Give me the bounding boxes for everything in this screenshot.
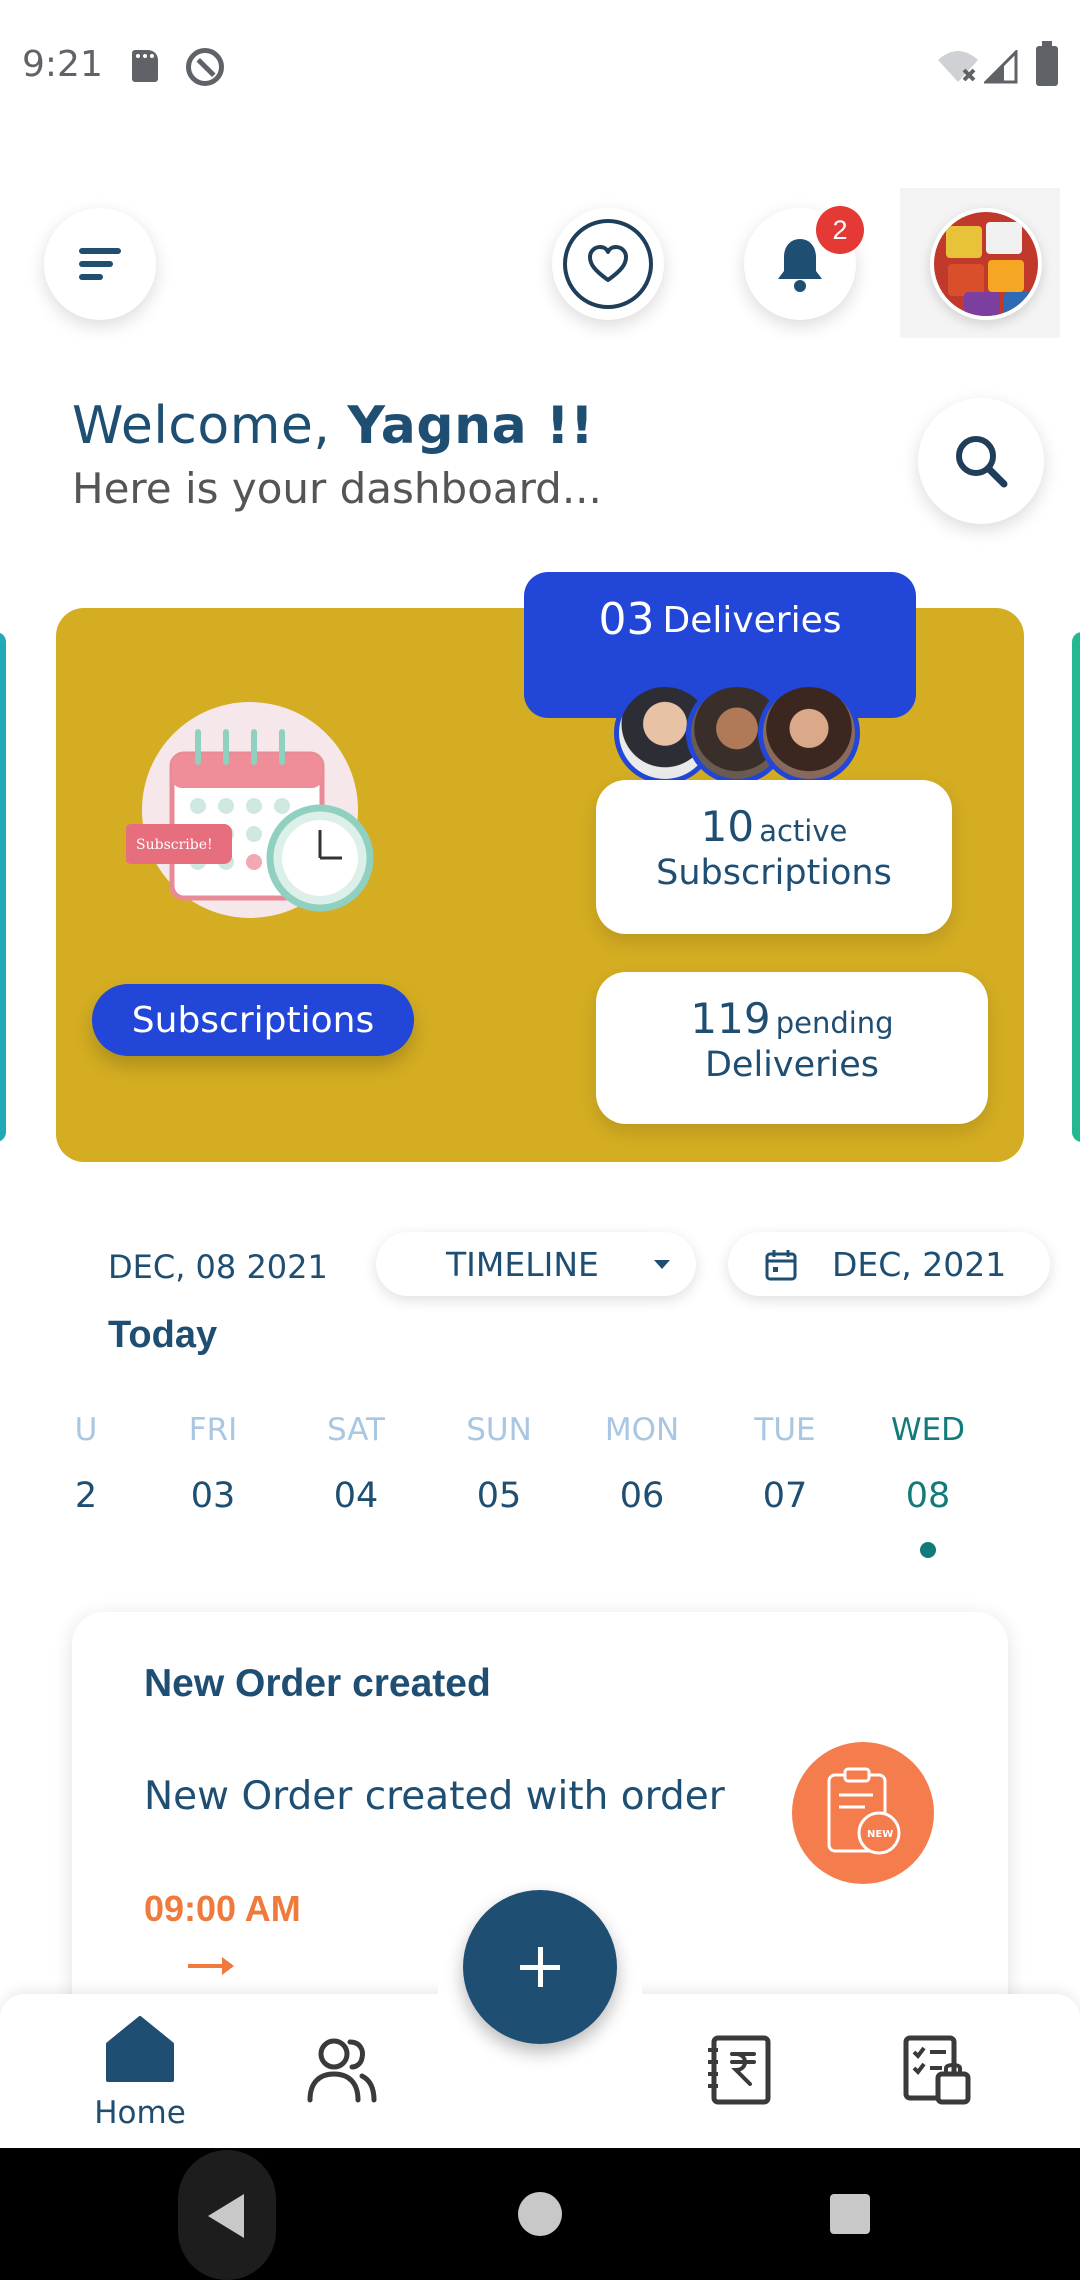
recent-apps-icon[interactable] [830, 2194, 870, 2234]
arrow-right-icon[interactable] [188, 1957, 234, 1975]
home-icon [106, 2016, 174, 2082]
day-item[interactable]: FRI 03 [153, 1400, 273, 1516]
signal-icon [984, 50, 1018, 84]
day-name: SAT [327, 1412, 385, 1448]
day-name: U [74, 1412, 98, 1448]
month-picker-value: DEC, 2021 [832, 1244, 1007, 1284]
bell-icon [778, 239, 822, 292]
day-date: 06 [619, 1476, 665, 1516]
rupee-ledger-icon[interactable] [704, 2034, 776, 2106]
wifi-off-icon [938, 51, 978, 82]
status-time: 9:21 [22, 44, 103, 85]
next-card-peek[interactable] [1072, 632, 1080, 1142]
today-label: Today [108, 1314, 218, 1356]
day-date: 2 [74, 1476, 98, 1516]
deliveries-count: 03 [598, 594, 655, 645]
timeline-dropdown-value: TIMELINE [446, 1244, 599, 1284]
timeline-dropdown[interactable]: TIMELINE [376, 1232, 696, 1296]
day-name: SUN [466, 1412, 532, 1448]
clipboard-new-icon: NEW [827, 1767, 901, 1855]
users-icon[interactable] [306, 2034, 378, 2106]
chevron-down-icon [654, 1260, 670, 1269]
menu-button[interactable] [44, 208, 156, 320]
menu-icon [79, 241, 121, 287]
do-not-disturb-icon [186, 48, 224, 86]
avatar[interactable] [930, 208, 1042, 320]
welcome-subtitle: Here is your dashboard... [72, 464, 602, 513]
subscribe-label: Subscribe! [136, 837, 213, 853]
day-strip[interactable]: U 2 FRI 03 SAT 04 SUN 05 MON 06 TUE 07 W… [0, 1400, 1080, 1570]
user-name: Yagna !! [347, 396, 595, 456]
active-word: active [759, 814, 848, 848]
new-badge-text: NEW [867, 1829, 893, 1840]
favorites-button[interactable] [552, 208, 664, 320]
add-button[interactable] [463, 1890, 617, 2044]
day-date: 08 [905, 1476, 951, 1516]
selected-day-dot [920, 1542, 936, 1558]
day-date: 03 [190, 1476, 236, 1516]
day-item[interactable]: SUN 05 [439, 1400, 559, 1516]
nav-home[interactable]: Home [80, 2014, 200, 2131]
deliveries-label: Deliveries [662, 600, 842, 641]
home-circle-icon[interactable] [518, 2192, 562, 2236]
nav-home-label: Home [94, 2095, 186, 2131]
delivery-faces [614, 682, 864, 786]
previous-card-peek[interactable] [0, 632, 6, 1142]
heart-icon [588, 245, 628, 282]
subscriptions-button[interactable]: Subscriptions [92, 984, 414, 1056]
pending-word: pending [775, 1006, 894, 1040]
day-name: TUE [754, 1412, 816, 1448]
pending-label: Deliveries [704, 1045, 880, 1085]
month-picker[interactable]: DEC, 2021 [728, 1232, 1050, 1296]
notification-time: 09:00 AM [144, 1888, 301, 1929]
pending-deliveries-card[interactable]: 119 pending Deliveries [596, 972, 988, 1124]
day-name: FRI [188, 1412, 238, 1448]
back-icon[interactable] [208, 2194, 244, 2238]
day-item[interactable]: MON 06 [582, 1400, 702, 1516]
status-bar: 9:21 [0, 0, 1080, 136]
day-date: 07 [762, 1476, 808, 1516]
active-subscriptions-card[interactable]: 10 active Subscriptions [596, 780, 952, 934]
notification-description: New Order created with order [144, 1774, 725, 1819]
calendar-icon [765, 1250, 797, 1281]
search-button[interactable] [918, 398, 1044, 524]
day-date: 05 [476, 1476, 522, 1516]
day-item[interactable]: U 2 [26, 1400, 146, 1516]
day-name: WED [890, 1412, 966, 1448]
notification-title: New Order created [144, 1662, 491, 1705]
active-count: 10 [700, 802, 755, 851]
day-item-selected[interactable]: WED 08 [868, 1400, 988, 1558]
welcome-greeting: Welcome, [72, 396, 348, 456]
active-label: Subscriptions [656, 853, 892, 893]
day-item[interactable]: TUE 07 [725, 1400, 845, 1516]
profile-avatar-area[interactable] [900, 188, 1060, 338]
favorites-ring [563, 219, 653, 309]
pending-count: 119 [690, 994, 771, 1043]
calendar-clock-illustration: Subscribe! [126, 702, 374, 918]
new-order-badge: NEW [792, 1742, 934, 1884]
welcome-heading: Welcome, Yagna !! [72, 396, 594, 456]
checklist-icon[interactable] [902, 2034, 974, 2106]
day-name: MON [604, 1412, 680, 1448]
battery-icon [1036, 41, 1058, 86]
day-item[interactable]: SAT 04 [296, 1400, 416, 1516]
notification-count-badge: 2 [816, 206, 864, 254]
current-date: DEC, 08 2021 [108, 1248, 328, 1286]
search-icon [956, 436, 1008, 488]
notifications-button[interactable]: 2 [744, 206, 864, 320]
sd-card-icon [132, 50, 158, 82]
day-date: 04 [333, 1476, 379, 1516]
avatar [758, 682, 860, 784]
